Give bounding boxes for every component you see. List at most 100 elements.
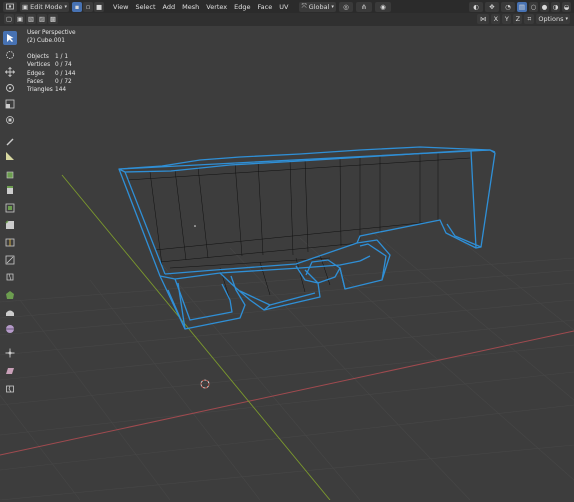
move-tool[interactable] [3,65,17,79]
stat-row: Faces 0 / 72 [27,78,76,86]
loop-cut-tool[interactable] [3,235,17,249]
visibility-button[interactable]: ◐ [469,1,483,12]
xray-toggle[interactable]: ▤ [517,1,527,12]
chevron-down-icon: ▾ [64,3,68,10]
pivot-icon: ◎ [343,2,349,11]
edge-slide-tool[interactable] [3,322,17,336]
select-mode-invert-button[interactable]: ▨ [37,14,47,24]
proportional-edit-toggle[interactable]: ◉ [374,1,391,12]
shrink-fatten-tool[interactable] [3,346,17,360]
select-box-tool[interactable] [3,31,17,45]
spin-tool[interactable] [3,288,17,302]
shading-solid-button[interactable]: ● [540,1,549,12]
menu-uv[interactable]: UV [279,3,288,11]
select-mode-new-button[interactable]: ▢ [4,14,14,24]
face-select-button[interactable]: ■ [94,1,105,12]
cursor-icon [6,51,14,59]
rotate-tool[interactable] [3,81,17,95]
wireframe-shading-icon: ○ [530,2,537,11]
stat-label: Faces [27,79,44,86]
stat-label: Objects [27,53,49,60]
annotate-tool[interactable] [3,134,17,148]
transform-tool[interactable] [3,113,17,127]
inset-tool[interactable] [3,201,17,215]
shading-rendered-button[interactable]: ◒ [562,1,571,12]
transform-icon [6,116,14,124]
editor-type-button[interactable] [3,1,17,12]
annotate-icon [6,138,14,146]
menu-edge[interactable]: Edge [234,3,250,11]
options-dropdown[interactable]: Options ▾ [536,14,570,24]
select-new-icon: ▢ [5,15,13,23]
snap-options-icon: ⌗ [527,14,532,23]
shear-tool[interactable] [3,364,17,378]
mesh-object[interactable] [118,146,496,330]
menu-select[interactable]: Select [135,3,155,11]
snap-options-button[interactable]: ⌗ [524,14,535,24]
measure-icon [6,152,14,160]
menu-vertex[interactable]: Vertex [206,3,227,11]
stat-value: 1 / 1 [55,53,69,60]
poly-build-tool[interactable] [3,270,17,284]
cursor-tool[interactable] [3,48,17,62]
mode-dropdown[interactable]: ▣ Edit Mode ▾ [20,1,70,12]
pivot-point-dropdown[interactable]: ◎ [338,1,353,12]
gizmo-toggle[interactable]: ✥ [485,1,499,12]
knife-tool[interactable] [3,253,17,267]
menu-face[interactable]: Face [258,3,273,11]
rip-tool[interactable] [3,382,17,396]
transform-orientation-dropdown[interactable]: ⤧ Global ▾ [299,1,336,12]
rendered-shading-icon: ◒ [563,2,570,11]
add-cube-icon [6,171,14,179]
edge-select-button[interactable]: ▫ [83,1,94,12]
viewport-canvas[interactable] [0,26,574,501]
mirror-z-toggle[interactable]: Z [513,14,523,24]
view-title: User Perspective [27,30,76,36]
snap-toggle[interactable]: ⋔ [355,1,372,12]
move-icon [5,67,15,77]
extrude-tool[interactable] [3,183,17,197]
mirror-y-toggle[interactable]: Y [502,14,512,24]
stat-label: Vertices [27,62,51,69]
viewport-info-overlay: User Perspective (2) Cube.001 Objects 1 /… [27,29,76,95]
shading-material-button[interactable]: ◑ [551,1,560,12]
viewport[interactable] [0,26,574,502]
vertex-select-button[interactable]: ▪ [72,1,83,12]
shading-wireframe-button[interactable]: ○ [529,1,538,12]
solid-shading-icon: ● [541,2,548,11]
rip-icon [6,385,14,393]
butterfly-icon: ⋈ [480,15,487,23]
stat-row: Edges 0 / 144 [27,70,76,78]
select-mode-extend-button[interactable]: ▣ [15,14,25,24]
floor-grid [0,223,574,501]
smooth-tool[interactable] [3,305,17,319]
menu-add[interactable]: Add [163,3,176,11]
scale-icon [5,99,15,109]
select-mode-intersect-button[interactable]: ▩ [48,14,58,24]
overlays-icon: ◔ [505,2,511,11]
add-cube-tool[interactable] [3,167,17,181]
stat-value: 0 / 144 [55,70,76,77]
mirror-options-button[interactable]: ⋈ [477,14,490,24]
select-extend-icon: ▣ [16,15,24,23]
knife-icon [5,255,15,265]
mode-label: Edit Mode [30,2,63,11]
scale-tool[interactable] [3,97,17,111]
proportional-edit-icon: ◉ [380,2,386,11]
mirror-x-toggle[interactable]: X [491,14,501,24]
material-shading-icon: ◑ [552,2,559,11]
menu-view[interactable]: View [113,3,128,11]
poly-build-icon [6,273,14,281]
origin-point [194,225,196,227]
stat-row: Objects 1 / 1 [27,53,76,61]
select-mode-subtract-button[interactable]: ▧ [26,14,36,24]
measure-tool[interactable] [3,149,17,163]
stat-value: 144 [55,87,67,94]
viewport-header: ▣ Edit Mode ▾ ▪ ▫ ■ View Select Add Mesh… [0,0,574,13]
menu-mesh[interactable]: Mesh [182,3,199,11]
overlays-toggle[interactable]: ◔ [501,1,515,12]
spin-icon [6,291,14,299]
orientation-icon: ⤧ [301,2,307,10]
bevel-tool[interactable] [3,218,17,232]
stat-row: Vertices 0 / 74 [27,61,76,69]
